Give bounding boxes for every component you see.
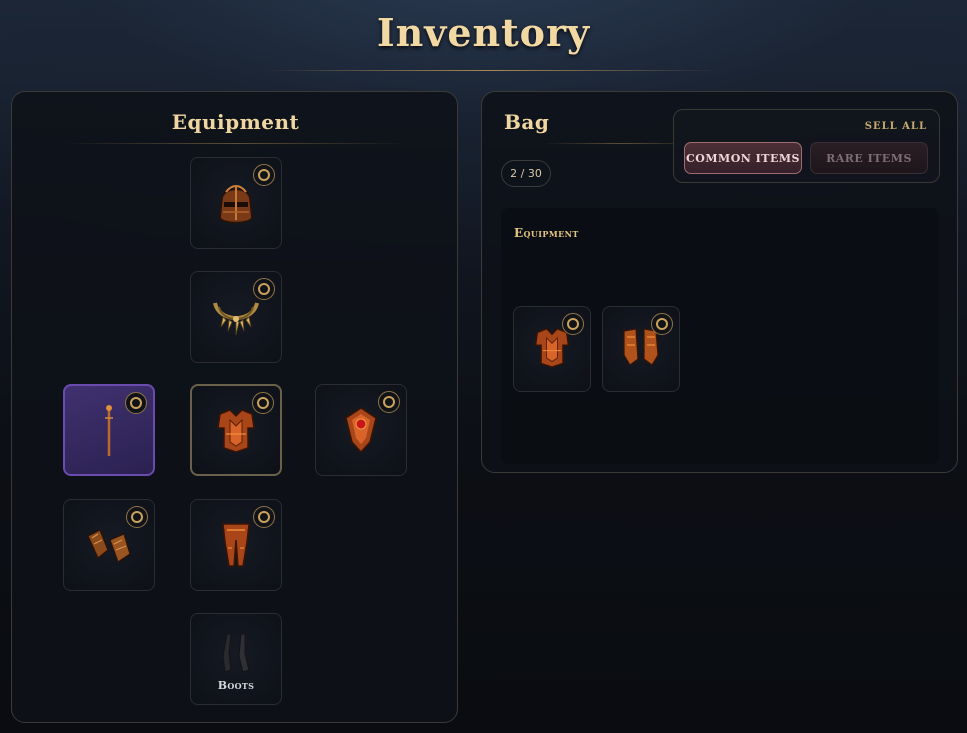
slot-label-boots: Boots <box>217 679 255 692</box>
sell-common-button[interactable]: COMMON ITEMS <box>684 142 802 174</box>
necklace-icon <box>209 293 263 341</box>
equipped-badge-icon <box>253 164 275 186</box>
equip-slot-chest[interactable] <box>190 384 282 476</box>
equipped-badge-icon <box>253 278 275 300</box>
bag-item[interactable] <box>602 306 680 392</box>
title-divider <box>262 70 718 71</box>
equipped-badge-icon <box>378 391 400 413</box>
shield-icon <box>344 406 378 454</box>
chest-armor-icon <box>214 406 258 454</box>
equipment-title: Equipment <box>171 110 300 134</box>
equip-slot-neck[interactable] <box>190 271 282 363</box>
equip-slot-head[interactable] <box>190 157 282 249</box>
equip-slot-legs[interactable] <box>190 499 282 591</box>
sell-all-label: SELL ALL <box>864 121 927 132</box>
equipped-badge-icon <box>253 506 275 528</box>
bag-equipment-section: Equipment <box>501 208 939 464</box>
staff-icon <box>99 402 119 458</box>
equipped-badge-icon <box>562 313 584 335</box>
sell-box: SELL ALL COMMON ITEMS RARE ITEMS <box>673 109 940 183</box>
gauntlets-icon <box>84 522 134 568</box>
equipment-panel: Equipment Boots <box>11 91 458 723</box>
equip-slot-off-hand[interactable] <box>315 384 407 476</box>
equipped-badge-icon <box>252 392 274 414</box>
equipped-badge-icon <box>126 506 148 528</box>
bag-title: Bag <box>504 110 550 134</box>
equipped-badge-icon <box>651 313 673 335</box>
bag-panel: Bag 2 / 30 SELL ALL COMMON ITEMS RARE IT… <box>481 91 958 473</box>
page-title: Inventory <box>376 10 591 55</box>
helmet-icon <box>214 178 258 228</box>
equipment-divider <box>62 143 409 144</box>
bag-capacity-badge: 2 / 30 <box>501 160 551 187</box>
equip-slot-main-hand[interactable] <box>63 384 155 476</box>
equip-slot-feet[interactable]: Boots <box>190 613 282 705</box>
sell-rare-button[interactable]: RARE ITEMS <box>810 142 928 174</box>
leg-armor-icon <box>219 520 253 570</box>
equip-slot-hands[interactable] <box>63 499 155 591</box>
bag-item[interactable] <box>513 306 591 392</box>
bag-section-label: Equipment <box>514 226 579 240</box>
equipped-badge-icon <box>125 392 147 414</box>
boots-icon <box>217 632 257 674</box>
